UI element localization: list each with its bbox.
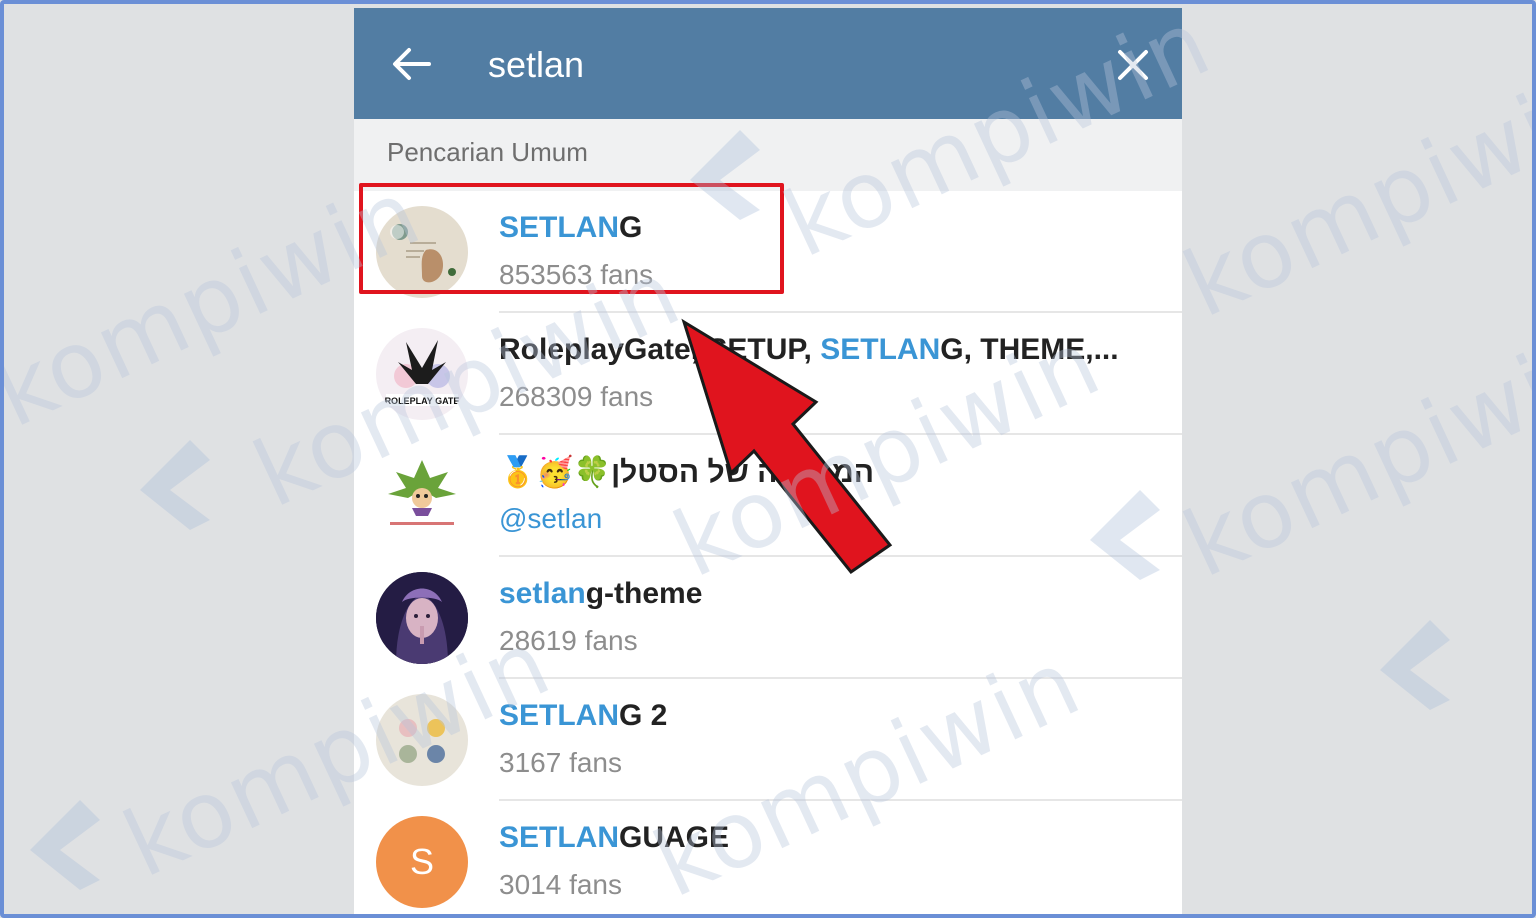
watermark-text: kompiwin [1168, 48, 1536, 339]
result-subtitle: 28619 fans [499, 625, 638, 656]
avatar-letter: S [409, 841, 434, 882]
watermark-logo-icon [1380, 620, 1450, 710]
arrow-left-icon [393, 48, 431, 80]
roleplaygate-avatar-text: ROLEPLAY GATE [385, 396, 460, 406]
letter-avatar: S [376, 816, 468, 908]
result-subtitle: 3014 fans [499, 869, 622, 900]
result-title: SETLANG 2 [499, 699, 668, 732]
section-header: Pencarian Umum [354, 119, 1182, 191]
back-button[interactable] [382, 36, 440, 92]
watermark-logo-icon [140, 440, 210, 530]
telegram-search-screen: Pencarian Umum SETLANG 853563 fans [354, 8, 1182, 918]
result-title: SETLANGUAGE [499, 821, 730, 854]
result-title: 🥇🥳🍀הממלכה של הסטלן [499, 456, 875, 489]
setlan-plant-avatar [376, 450, 468, 542]
result-title: RoleplayGate, SETUP, SETLANG, THEME,... [499, 333, 1119, 366]
annotation-highlight-box [359, 183, 784, 294]
portrait-avatar [376, 572, 468, 664]
result-title: setlang-theme [499, 577, 703, 610]
close-icon [1118, 50, 1148, 80]
result-subtitle: 268309 fans [499, 381, 654, 412]
search-input[interactable] [488, 40, 908, 90]
result-username: @setlan [499, 503, 603, 534]
result-row-setlang-2[interactable]: SETLANG 2 3167 fans [354, 679, 1182, 801]
result-row-roleplaygate[interactable]: ROLEPLAY GATE RoleplayGate, SETUP, SETLA… [354, 313, 1182, 435]
faces-avatar [376, 694, 468, 786]
result-row-setlang-theme[interactable]: setlang-theme 28619 fans [354, 557, 1182, 679]
search-toolbar [354, 8, 1182, 119]
watermark-text: kompiwin [1168, 308, 1536, 599]
result-row-setlan-channel[interactable]: 🥇🥳🍀הממלכה של הסטלן @setlan [354, 435, 1182, 557]
clear-search-button[interactable] [1106, 38, 1160, 92]
watermark-logo-icon [30, 800, 100, 890]
section-title: Pencarian Umum [387, 137, 588, 167]
result-subtitle: 3167 fans [499, 747, 622, 778]
roleplaygate-avatar: ROLEPLAY GATE [376, 328, 468, 420]
result-row-setlanguage[interactable]: S SETLANGUAGE 3014 fans [354, 801, 1182, 918]
